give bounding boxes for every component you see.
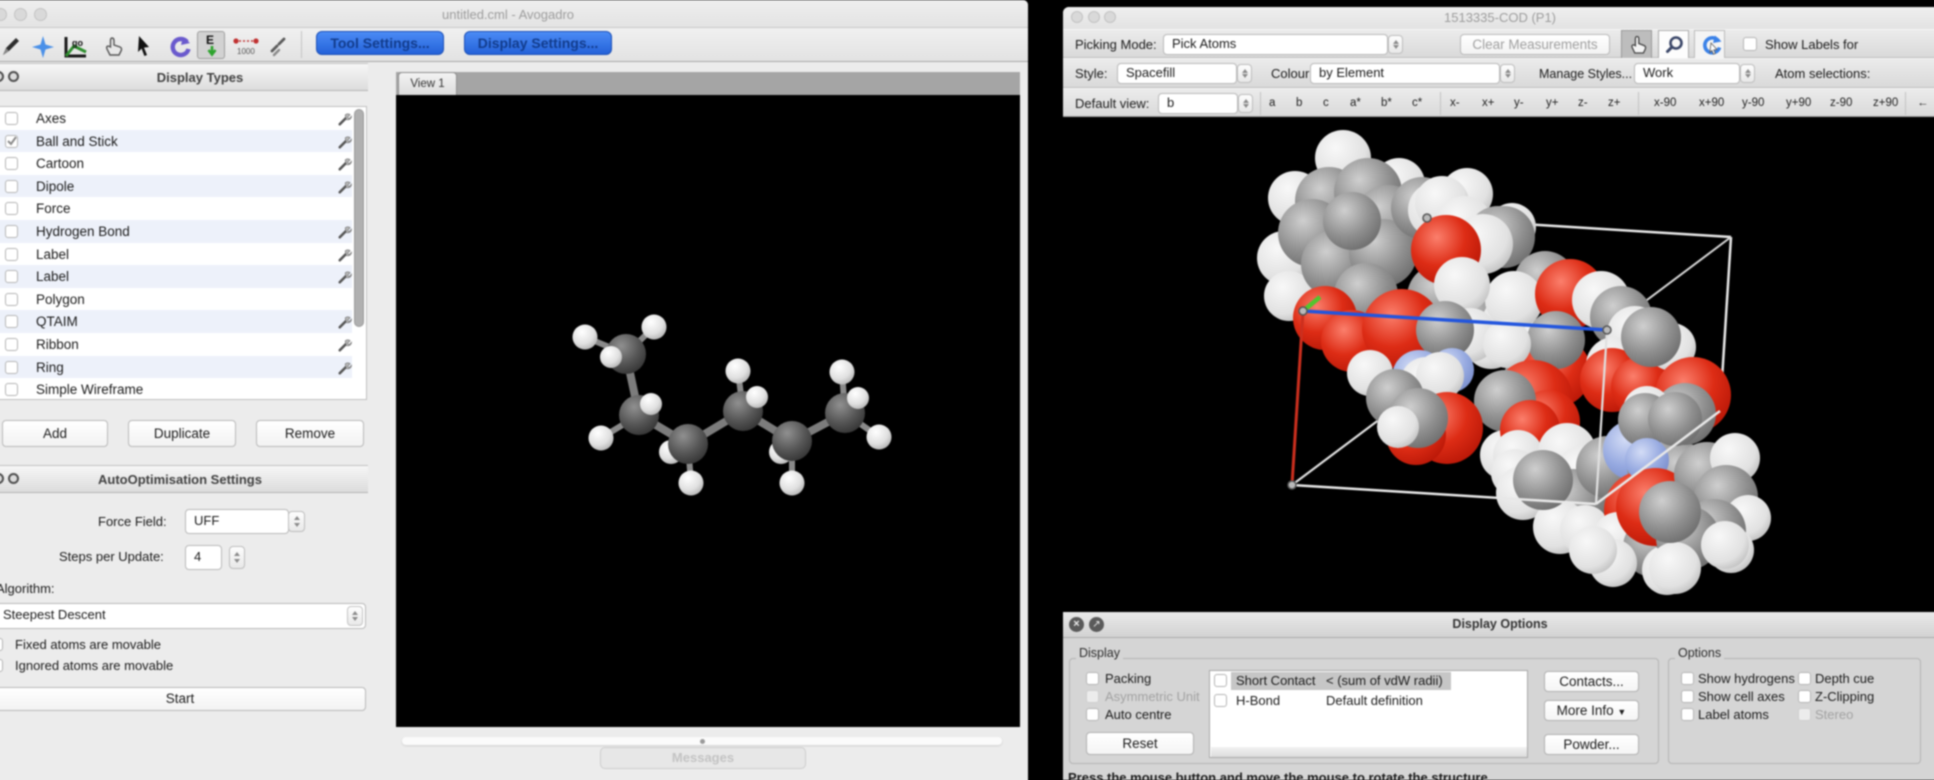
svg-text:E: E	[206, 33, 214, 47]
svg-text:1000: 1000	[237, 47, 255, 56]
svg-text:go: go	[72, 38, 83, 48]
